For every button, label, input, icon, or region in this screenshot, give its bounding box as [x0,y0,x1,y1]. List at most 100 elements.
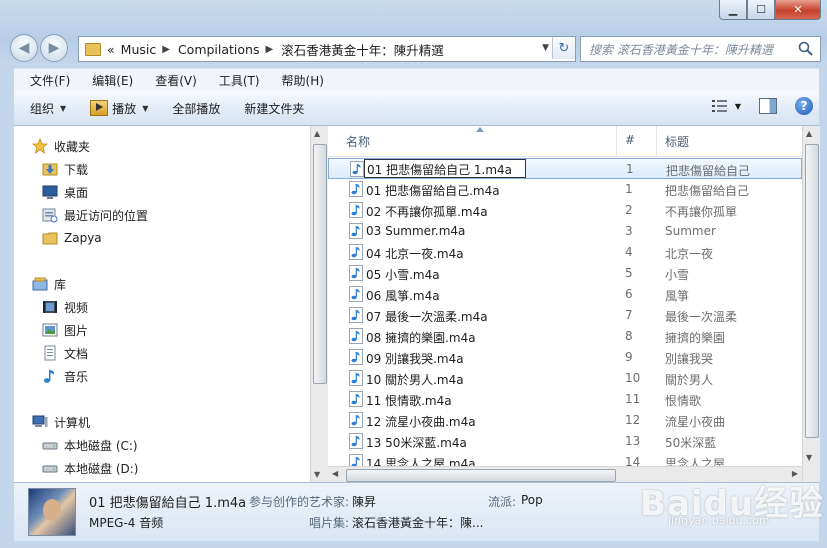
column-divider[interactable] [656,126,657,156]
details-album-value[interactable]: 滚石香港黃金十年：陳... [352,514,483,531]
track-number: 5 [625,266,633,280]
details-genre-value[interactable]: Pop [521,493,543,507]
audio-file-icon [350,161,364,177]
details-artist-label: 参与创作的艺术家: [249,495,350,509]
scroll-left-icon[interactable]: ◀ [332,469,338,478]
nav-zapya[interactable]: Zapya [42,227,102,249]
track-number: 2 [625,203,633,217]
address-bar[interactable]: « Music ▶ Compilations ▶ 滚石香港黃金十年：陳升精選 ▼… [78,36,576,62]
table-row[interactable]: 12 流星小夜曲.m4a 12 流星小夜曲 [328,410,802,431]
table-row[interactable]: 08 擁擠的樂園.m4a 8 擁擠的樂園 [328,326,802,347]
table-row[interactable]: 11 恨情歌.m4a 11 恨情歌 [328,389,802,410]
audio-file-icon [349,202,363,218]
nav-videos[interactable]: 视频 [42,296,88,318]
preview-pane-icon[interactable] [759,98,777,114]
nav-documents[interactable]: 文档 [42,342,88,364]
address-dropdown-icon[interactable]: ▼ [542,43,549,53]
details-artist-value[interactable]: 陳昇 [352,493,376,510]
nav-disk-c[interactable]: 本地磁盘 (C:) [42,434,138,456]
column-title[interactable]: 标题 [665,133,689,150]
search-box[interactable]: 搜索 滚石香港黃金十年：陳升精選 [580,36,821,62]
table-row[interactable]: 07 最後一次溫柔.m4a 7 最後一次溫柔 [328,305,802,326]
menu-file[interactable]: 文件(F) [30,72,70,89]
new-folder-button[interactable]: 新建文件夹 [244,100,304,117]
navigation-scrollbar[interactable]: ▲ ▼ [310,126,328,482]
file-list-scrollbar[interactable]: ▲ ▼ [802,126,820,482]
breadcrumb-compilations[interactable]: Compilations [178,42,260,57]
scrollbar-thumb[interactable] [805,144,819,438]
track-number: 1 [625,182,633,196]
help-button[interactable]: ? [795,97,813,115]
table-row[interactable]: 01 把悲傷留給自己 1.m4a 1 把悲傷留給自己 [328,158,802,179]
track-title: 北京一夜 [665,247,714,261]
nav-computer[interactable]: 计算机 [32,411,90,433]
file-name: 07 最後一次溫柔.m4a [366,310,488,324]
new-folder-label: 新建文件夹 [244,101,305,116]
table-row[interactable]: 03 Summer.m4a 3 Summer [328,221,802,242]
track-number: 7 [625,308,633,322]
rename-input[interactable]: 01 把悲傷留給自己 1.m4a [364,159,526,178]
nav-music[interactable]: 音乐 [42,365,88,387]
table-row[interactable]: 04 北京一夜.m4a 4 北京一夜 [328,242,802,263]
table-row[interactable]: 02 不再讓你孤單.m4a 2 不再讓你孤單 [328,200,802,221]
table-row[interactable]: 09 別讓我哭.m4a 9 別讓我哭 [328,347,802,368]
nav-recent-places[interactable]: 最近访问的位置 [42,204,148,226]
breadcrumb-separator-icon[interactable]: ▶ [162,44,170,55]
audio-file-icon [349,412,363,428]
table-row[interactable]: 01 把悲傷留給自己.m4a 1 把悲傷留給自己 [328,179,802,200]
menu-help[interactable]: 帮助(H) [282,72,324,89]
back-button[interactable]: ◀ [10,34,38,62]
star-icon [32,138,48,154]
column-number[interactable]: # [625,133,635,147]
table-row[interactable]: 10 關於男人.m4a 10 關於男人 [328,368,802,389]
scrollbar-thumb[interactable] [313,144,327,384]
search-placeholder[interactable]: 搜索 滚石香港黃金十年：陳升精選 [589,41,789,58]
scroll-up-icon[interactable]: ▲ [806,129,812,138]
track-number: 4 [625,245,633,259]
menu-tools[interactable]: 工具(T) [219,72,260,89]
horizontal-scrollbar-thumb[interactable] [346,469,616,482]
column-name[interactable]: 名称 [346,133,370,150]
forward-button[interactable]: ▶ [40,34,68,62]
nav-downloads[interactable]: 下载 [42,158,88,180]
scroll-up-icon[interactable]: ▲ [314,129,320,138]
details-filename: 01 把悲傷留給自己 1.m4a [89,496,247,511]
maximize-button[interactable]: ☐ [747,0,775,20]
audio-file-icon [349,181,363,197]
file-name: 02 不再讓你孤單.m4a [366,205,488,219]
search-icon[interactable] [797,40,815,58]
nav-favorites[interactable]: 收藏夹 [32,135,90,157]
view-options-icon[interactable] [711,99,729,113]
nav-disk-d[interactable]: 本地磁盘 (D:) [42,457,138,479]
file-name: 01 把悲傷留給自己.m4a [366,184,500,198]
track-title: 不再讓你孤單 [665,205,738,219]
refresh-button[interactable]: ↻ [552,37,575,59]
breadcrumb-album[interactable]: 滚石香港黃金十年：陳升精選 [281,40,444,59]
nav-documents-label: 文档 [64,346,89,361]
nav-pictures[interactable]: 图片 [42,319,88,341]
picture-icon [42,323,58,337]
organize-button[interactable]: 组织 ▼ [30,100,66,117]
file-name: 12 流星小夜曲.m4a [366,415,476,429]
menu-edit[interactable]: 编辑(E) [92,72,133,89]
breadcrumb-separator-icon[interactable]: ▶ [266,44,274,55]
menu-view[interactable]: 查看(V) [155,72,197,89]
view-dropdown-icon[interactable]: ▼ [735,102,741,111]
column-divider[interactable] [616,126,617,156]
nav-libraries[interactable]: 库 [32,273,66,295]
document-icon [44,345,56,361]
play-button[interactable]: 播放 ▼ [90,100,148,117]
scroll-down-icon[interactable]: ▼ [806,453,812,462]
table-row[interactable]: 05 小雪.m4a 5 小雪 [328,263,802,284]
nav-desktop[interactable]: 桌面 [42,181,88,203]
table-row[interactable]: 06 風箏.m4a 6 風箏 [328,284,802,305]
breadcrumb-music[interactable]: Music [121,42,157,57]
breadcrumb-overflow[interactable]: « [107,42,115,57]
scroll-down-icon[interactable]: ▼ [314,470,320,479]
minimize-button[interactable]: ▁ [719,0,747,20]
audio-file-icon [349,286,363,302]
close-button[interactable]: ✕ [775,0,821,20]
track-number: 3 [625,224,633,238]
table-row[interactable]: 13 50米深藍.m4a 13 50米深藍 [328,431,802,452]
play-all-button[interactable]: 全部播放 [172,100,220,117]
